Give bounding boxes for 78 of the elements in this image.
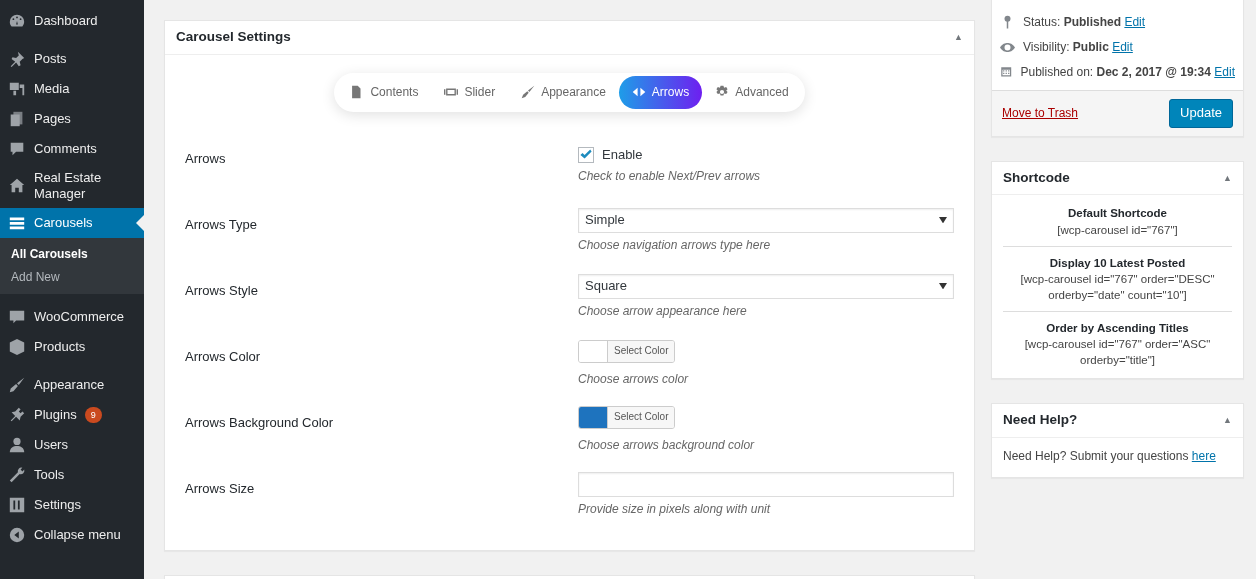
collapse-toggle[interactable]: ▲ <box>1223 414 1232 427</box>
field-label: Arrows Size <box>185 479 256 498</box>
shortcode-text: [wcp-carousel id="767" order="ASC" orderby="title"] <box>1023 337 1212 369</box>
sidebar-item[interactable]: Pages <box>0 104 144 134</box>
help-text: Need Help? Submit your questions here <box>1002 448 1217 466</box>
input-field[interactable] <box>578 471 954 497</box>
select-value: Simple <box>585 211 625 230</box>
wrench-icon <box>8 465 26 484</box>
help-text: Check to enable Next/Prev arrows <box>578 167 762 185</box>
field-label: Arrows Style <box>185 281 259 300</box>
color-swatch[interactable] <box>579 406 607 428</box>
collapse-toggle[interactable]: ▲ <box>954 31 963 44</box>
status-line: Status: Published Edit <box>1023 14 1146 31</box>
edit-link[interactable]: Edit <box>1124 15 1146 29</box>
settings-tab[interactable]: Appearance <box>508 75 619 109</box>
select-color-button[interactable]: Select Color <box>607 406 675 428</box>
field-label: Arrows Background Color <box>185 413 335 432</box>
sidebar-item[interactable]: Plugins 9 <box>0 399 144 430</box>
status-line: Published on: Dec 2, 2017 @ 19:34 Edit <box>1020 63 1235 81</box>
field-label: Arrows <box>185 149 227 168</box>
sidebar-item[interactable]: Settings <box>0 489 144 520</box>
circle-arrow-icon <box>8 525 26 544</box>
count-badge: 9 <box>84 406 102 423</box>
checkbox[interactable] <box>578 146 594 163</box>
settings-tab[interactable]: Slider <box>431 75 509 109</box>
sidebar-item[interactable]: Media <box>0 74 144 104</box>
shortcode-text: [wcp-carousel id="767" order="DESC" orderby="date" count="10"] <box>1019 271 1216 303</box>
field-label: Arrows Type <box>185 215 258 234</box>
sidebar-item[interactable]: WooCommerce <box>0 301 144 332</box>
field-label: Arrows Color <box>185 347 262 366</box>
panel-title: Carousel Settings <box>176 28 291 46</box>
select-field[interactable]: Square <box>578 273 954 299</box>
trash-link[interactable]: Move to Trash <box>1002 105 1079 122</box>
sidebar-item[interactable]: Posts <box>0 44 144 74</box>
sidebar-item[interactable]: Carousels <box>0 208 144 238</box>
select-field[interactable]: Simple <box>578 207 954 233</box>
dropdown-caret-icon <box>939 283 947 290</box>
help-link[interactable]: here <box>1191 449 1216 464</box>
sidebar-item[interactable]: Collapse menu <box>0 519 144 550</box>
checkbox-label: Enable <box>602 145 643 164</box>
help-text: Choose navigation arrows type here <box>578 236 772 254</box>
media-icon <box>8 80 26 98</box>
submenu-item[interactable]: All Carousels <box>0 243 144 266</box>
person-icon <box>8 435 26 454</box>
paintbrush-icon <box>521 85 536 100</box>
box-icon <box>8 337 26 356</box>
collapse-toggle[interactable]: ▲ <box>1223 171 1232 185</box>
sidebar-item[interactable]: Tools <box>0 459 144 490</box>
settings-tab[interactable]: Arrows <box>618 75 703 109</box>
help-text: Choose arrow appearance here <box>578 302 748 320</box>
house-icon <box>8 177 26 195</box>
shortcode-text: [wcp-carousel id="767"] <box>1056 222 1179 238</box>
select-color-button[interactable]: Select Color <box>607 340 675 362</box>
shortcode-title: Order by Ascending Titles <box>1045 320 1190 336</box>
sidebar-item[interactable]: Users <box>0 429 144 460</box>
shortcode-title: Display 10 Latest Posted <box>1048 255 1187 271</box>
status-line: Visibility: Public Edit <box>1023 38 1133 56</box>
dropdown-caret-icon <box>939 217 947 224</box>
update-button[interactable]: Update <box>1169 99 1233 128</box>
select-value: Square <box>585 277 627 296</box>
pushpin-icon <box>8 50 26 68</box>
paintbrush-icon <box>8 375 26 394</box>
edit-link[interactable]: Edit <box>1112 39 1133 54</box>
settings-tab[interactable]: Advanced <box>702 75 802 109</box>
settings-tab[interactable]: Contents <box>337 75 432 109</box>
edit-link[interactable]: Edit <box>1214 64 1235 79</box>
shortcode-title: Default Shortcode <box>1066 206 1168 222</box>
sidebar-item[interactable]: Dashboard <box>0 6 144 36</box>
sidebar-item[interactable]: Appearance <box>0 369 144 400</box>
sidebar-item[interactable]: Products <box>0 331 144 362</box>
sidebar-item[interactable]: Comments <box>0 134 144 164</box>
help-text: Choose arrows color <box>578 370 690 388</box>
help-text: Provide size in pixels along with unit <box>578 500 772 518</box>
help-text: Choose arrows background color <box>578 436 756 454</box>
panel-title: Need Help? <box>1003 411 1078 430</box>
sidebar-item[interactable]: Real Estate Manager <box>0 164 144 208</box>
panel-title: Shortcode <box>1003 168 1070 187</box>
submenu-item[interactable]: Add New <box>0 265 144 289</box>
